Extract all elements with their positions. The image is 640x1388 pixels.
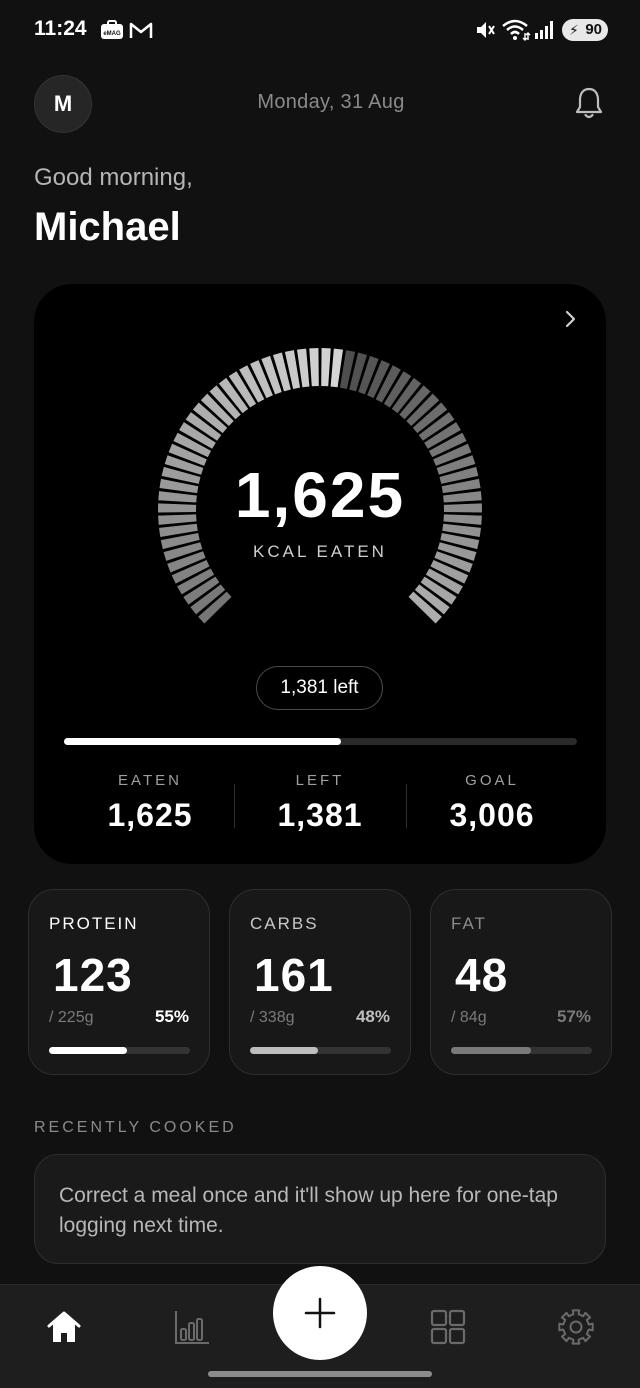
greeting-text: Good morning, — [34, 164, 193, 191]
stat-eaten-label: EATEN — [118, 772, 182, 789]
macro-card-fat[interactable]: FAT 48 / 84g 57% — [430, 889, 612, 1075]
macro-value: 161 — [254, 949, 334, 1001]
signal-icon — [535, 21, 553, 39]
macro-progress-track — [250, 1047, 391, 1054]
gmail-icon — [129, 22, 153, 38]
add-icon — [304, 1297, 336, 1329]
kcal-eaten-label: KCAL EATEN — [253, 542, 387, 561]
stat-goal: GOAL 3,006 — [406, 772, 578, 834]
emag-icon: eMAG — [101, 20, 123, 39]
stat-left-label: LEFT — [295, 772, 345, 789]
kcal-eaten-value: 1,625 — [234, 459, 406, 531]
wifi-icon — [502, 19, 531, 41]
calorie-progress-track — [64, 738, 577, 745]
macro-progress-track — [451, 1047, 592, 1054]
macro-card-protein[interactable]: PROTEIN 123 / 225g 55% — [28, 889, 210, 1075]
calories-left-pill: 1,381 left — [256, 666, 383, 710]
stat-eaten-value: 1,625 — [107, 797, 193, 833]
battery-level: 90 — [585, 21, 602, 38]
stat-eaten: EATEN 1,625 — [64, 772, 236, 834]
macro-progress-fill — [250, 1047, 318, 1054]
add-meal-button[interactable] — [273, 1266, 367, 1360]
macro-progress-fill — [451, 1047, 532, 1054]
battery-indicator: ⚡ 90 — [562, 19, 608, 41]
macro-goal: / 338g — [250, 1009, 295, 1026]
chevron-right-icon[interactable] — [560, 306, 582, 332]
macro-goal: / 84g — [451, 1009, 487, 1026]
macro-value: 48 — [455, 949, 509, 1001]
recently-cooked-empty-state: Correct a meal once and it'll show up he… — [34, 1154, 606, 1264]
macro-progress-fill — [49, 1047, 127, 1054]
gauge-segment — [309, 348, 319, 387]
mute-icon — [477, 22, 495, 38]
recently-cooked-title: RECENTLY COOKED — [34, 1119, 237, 1136]
macro-value: 123 — [53, 949, 133, 1001]
macro-name: FAT — [451, 914, 487, 933]
bell-icon[interactable] — [570, 84, 608, 122]
status-time: 11:24 — [34, 17, 87, 40]
macro-goal: / 225g — [49, 1009, 94, 1026]
macro-card-carbs[interactable]: CARBS 161 / 338g 48% — [229, 889, 411, 1075]
calorie-progress-fill — [64, 738, 342, 745]
macro-percent: 55% — [154, 1007, 189, 1026]
macro-percent: 48% — [355, 1007, 390, 1026]
status-bar: 11:24 eMAG ⚡ 90 — [0, 0, 640, 60]
charging-icon: ⚡ — [569, 22, 579, 38]
macro-name: PROTEIN — [49, 914, 139, 933]
svg-text:eMAG: eMAG — [103, 31, 121, 37]
stat-goal-value: 3,006 — [449, 797, 535, 833]
grid-icon[interactable] — [428, 1307, 468, 1347]
gauge-segment — [321, 348, 331, 387]
home-icon[interactable] — [44, 1307, 84, 1347]
stat-goal-label: GOAL — [465, 772, 519, 789]
header-date: Monday, 31 Aug — [257, 91, 405, 113]
bar-chart-icon[interactable] — [172, 1307, 212, 1347]
stat-left-value: 1,381 — [277, 797, 363, 833]
user-name: Michael — [34, 205, 181, 249]
macro-name: CARBS — [250, 914, 319, 933]
macro-percent: 57% — [556, 1007, 591, 1026]
stat-left: LEFT 1,381 — [234, 772, 406, 834]
macro-progress-track — [49, 1047, 190, 1054]
settings-icon[interactable] — [556, 1307, 596, 1347]
home-indicator[interactable] — [208, 1371, 432, 1377]
